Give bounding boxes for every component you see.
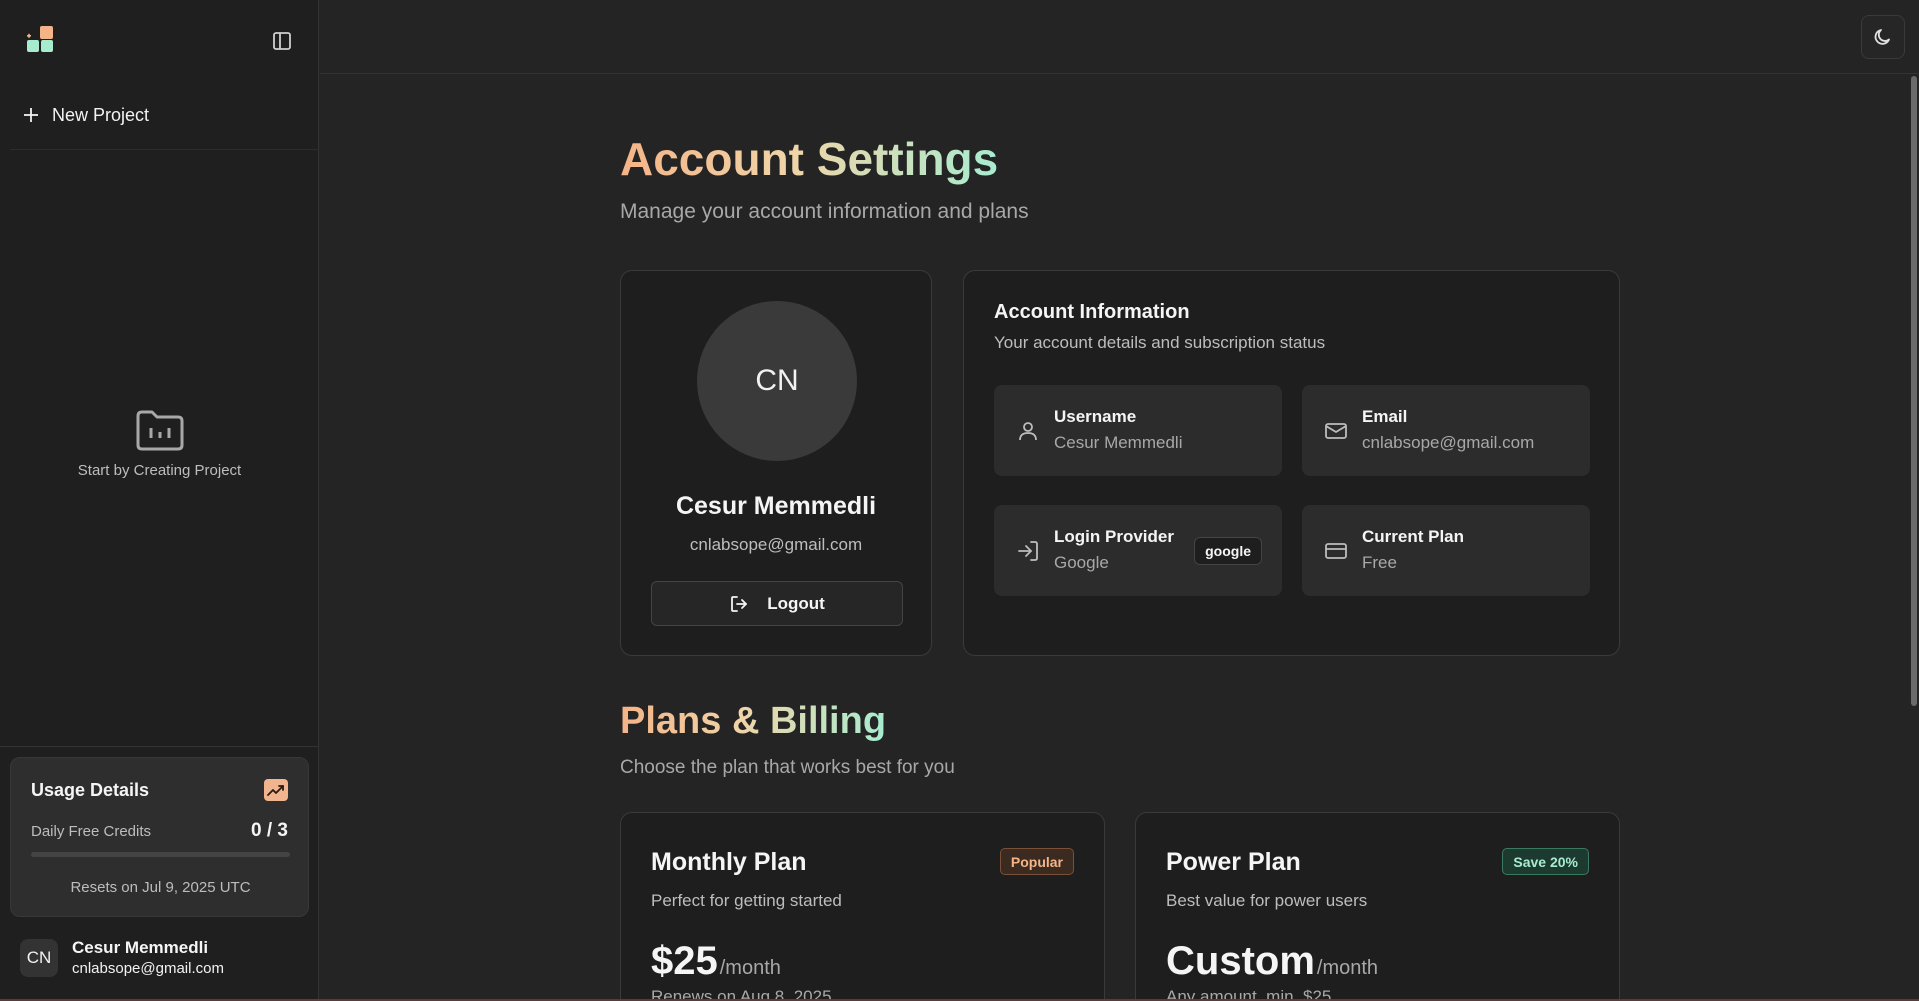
- plan-name: Power Plan: [1166, 848, 1301, 876]
- mail-icon: [1324, 419, 1348, 443]
- plus-icon: [22, 106, 40, 124]
- login-icon: [1016, 539, 1040, 563]
- user-icon: [1016, 419, 1040, 443]
- login-provider-value: Google: [1054, 553, 1109, 572]
- page-title: Account Settings: [620, 133, 999, 185]
- credits-value: 0 / 3: [251, 820, 288, 841]
- sidebar-divider: [10, 149, 319, 150]
- plan-price: $25 /month: [651, 939, 781, 984]
- username-value: Cesur Memmedli: [1054, 433, 1183, 452]
- credits-label: Daily Free Credits: [31, 823, 152, 840]
- username-tile: Username Cesur Memmedli: [994, 385, 1282, 476]
- plan-price-amount: Custom: [1166, 939, 1315, 983]
- credits-progress-bar: [31, 852, 290, 857]
- sidebar-user-email: cnlabsope@gmail.com: [72, 960, 224, 977]
- profile-email: cnlabsope@gmail.com: [689, 535, 863, 554]
- username-label: Username: [1054, 407, 1137, 426]
- account-information-card: Account Information Your account details…: [963, 270, 1620, 656]
- credit-card-icon: [1324, 539, 1348, 563]
- folder-chart-icon: [134, 408, 186, 452]
- usage-details-card: Usage Details Daily Free Credits 0 / 3 R…: [10, 757, 309, 917]
- profile-avatar: CN: [697, 301, 857, 461]
- page-subtitle: Manage your account information and plan…: [620, 200, 1029, 223]
- account-info-title: Account Information: [994, 301, 1190, 323]
- theme-toggle-button[interactable]: [1861, 15, 1905, 59]
- email-tile: Email cnlabsope@gmail.com: [1302, 385, 1590, 476]
- sidebar-toggle-icon[interactable]: [270, 29, 294, 53]
- plan-price: Custom /month: [1166, 939, 1378, 984]
- empty-state: Start by Creating Project: [0, 408, 319, 479]
- login-provider-tile: Login Provider Google google: [994, 505, 1282, 596]
- provider-badge: google: [1194, 537, 1262, 565]
- plan-description: Perfect for getting started: [651, 891, 842, 910]
- plan-name: Monthly Plan: [651, 848, 807, 876]
- login-provider-label: Login Provider: [1054, 527, 1174, 546]
- current-plan-tile: Current Plan Free: [1302, 505, 1590, 596]
- top-bar: [320, 0, 1919, 74]
- new-project-button[interactable]: New Project: [10, 97, 310, 133]
- plan-price-period: /month: [1316, 957, 1379, 979]
- plan-card-monthly[interactable]: Monthly Plan Popular Perfect for getting…: [620, 812, 1105, 1001]
- app-logo-icon[interactable]: [26, 25, 54, 53]
- moon-icon: [1873, 27, 1893, 47]
- current-plan-label: Current Plan: [1362, 527, 1465, 546]
- scrollbar[interactable]: [1911, 76, 1917, 706]
- credits-reset-text: Resets on Jul 9, 2025 UTC: [70, 879, 251, 896]
- billing-subtitle: Choose the plan that works best for you: [620, 757, 955, 778]
- trending-up-icon[interactable]: [264, 779, 288, 801]
- account-info-subtitle: Your account details and subscription st…: [994, 333, 1326, 352]
- sidebar-user[interactable]: CN Cesur Memmedli cnlabsope@gmail.com: [20, 938, 224, 977]
- new-project-label: New Project: [52, 104, 150, 125]
- plan-badge: Save 20%: [1502, 848, 1589, 875]
- sidebar-user-name: Cesur Memmedli: [72, 938, 209, 957]
- email-value: cnlabsope@gmail.com: [1362, 433, 1535, 452]
- usage-title: Usage Details: [31, 780, 150, 800]
- logout-icon: [729, 594, 749, 614]
- plan-badge: Popular: [999, 848, 1074, 875]
- plan-card-power[interactable]: Power Plan Save 20% Best value for power…: [1135, 812, 1620, 1001]
- sidebar-bottom-divider: [0, 746, 319, 747]
- profile-card: CN Cesur Memmedli cnlabsope@gmail.com Lo…: [620, 270, 932, 656]
- logout-label: Logout: [767, 593, 825, 613]
- logout-button[interactable]: Logout: [651, 581, 903, 626]
- current-plan-value: Free: [1362, 553, 1397, 572]
- plan-price-period: /month: [719, 957, 781, 979]
- plan-description: Best value for power users: [1166, 891, 1368, 910]
- avatar: CN: [20, 938, 58, 977]
- email-label: Email: [1362, 407, 1408, 426]
- profile-name: Cesur Memmedli: [675, 492, 877, 520]
- sidebar: New Project Start by Creating Project Us…: [0, 0, 319, 1001]
- billing-title: Plans & Billing: [620, 700, 887, 742]
- empty-state-label: Start by Creating Project: [77, 462, 242, 479]
- plan-price-amount: $25: [651, 939, 718, 983]
